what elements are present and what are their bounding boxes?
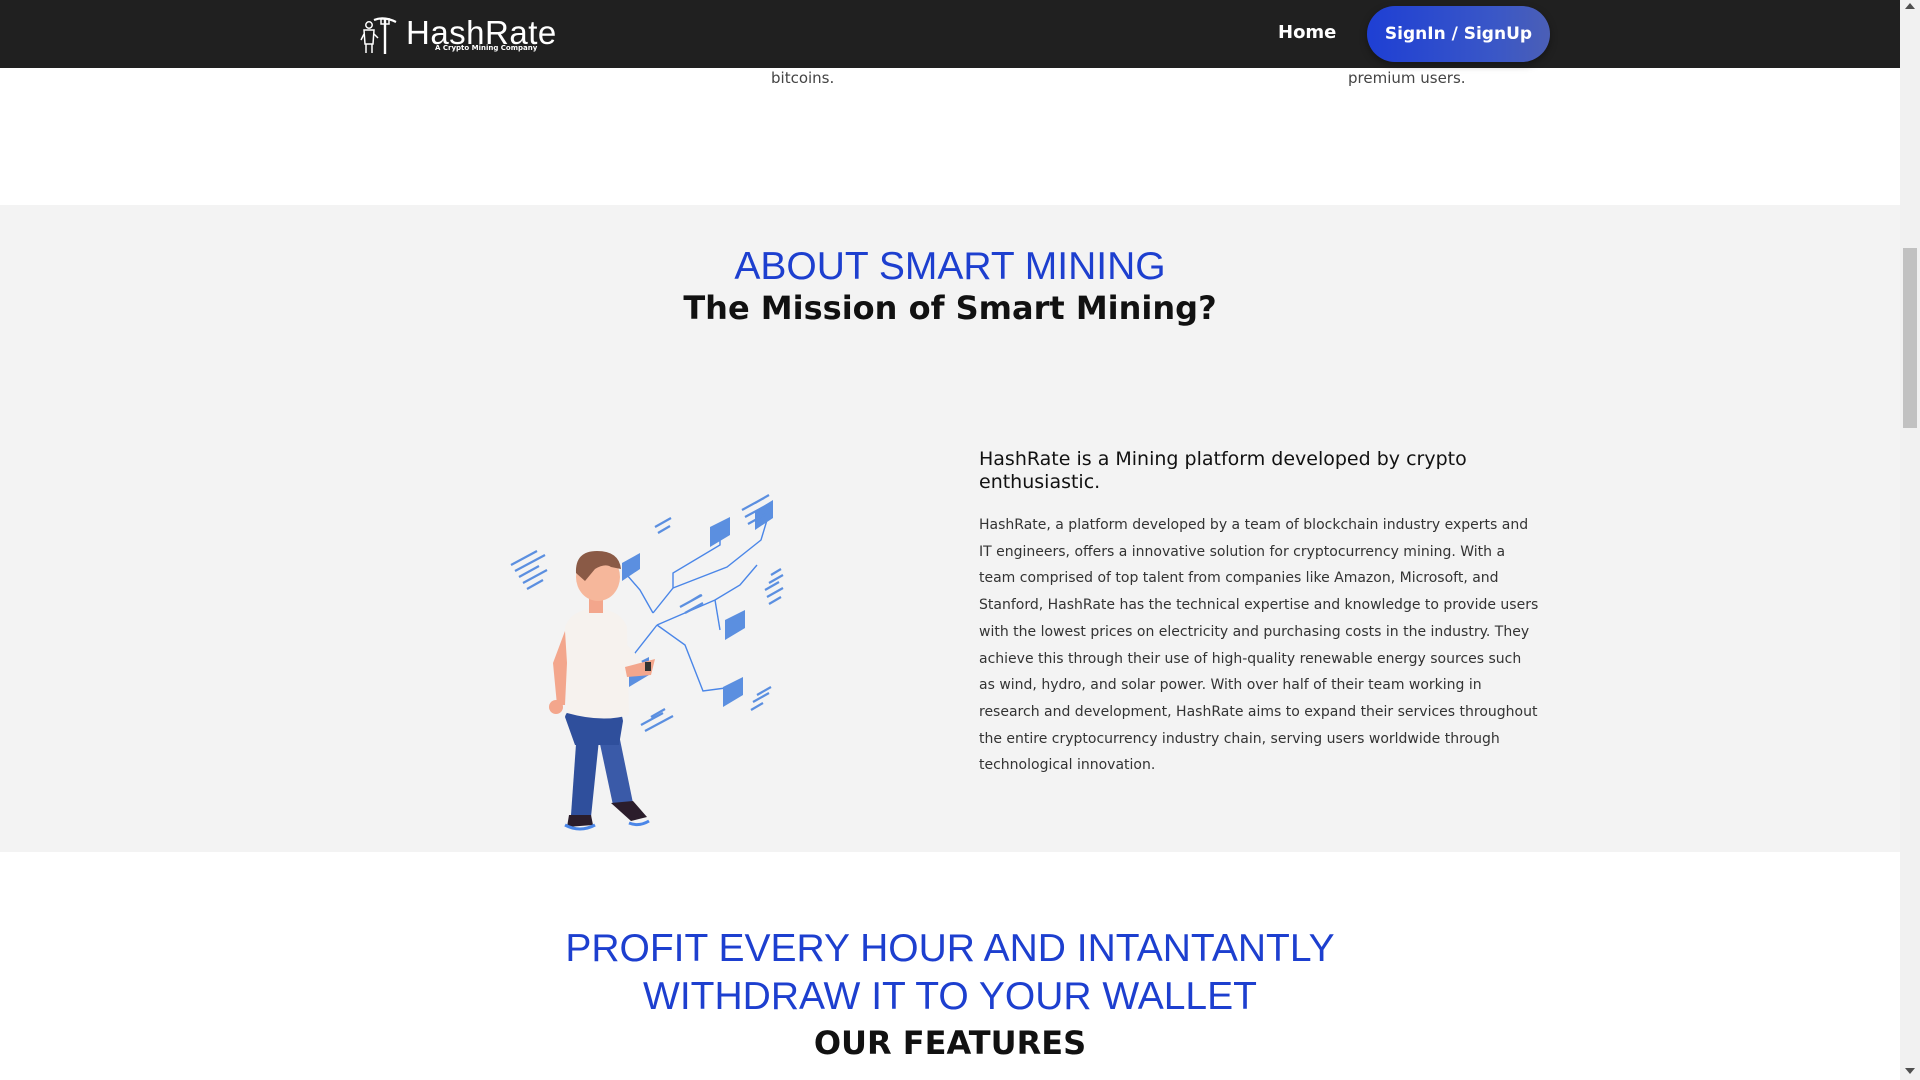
about-lead-text: HashRate is a Mining platform developed …	[979, 448, 1467, 493]
scroll-down-arrow-icon[interactable]	[1905, 1068, 1915, 1074]
nav-home-link[interactable]: Home	[1278, 22, 1336, 43]
signin-signup-button[interactable]: SignIn / SignUp	[1367, 6, 1550, 62]
page-scrollbar[interactable]	[1900, 0, 1920, 1080]
profit-title-line-2: WITHDRAW IT TO YOUR WALLET	[643, 975, 1257, 1018]
previous-feature-text-right: premium users.	[1348, 69, 1466, 87]
profit-title-line-1: PROFIT EVERY HOUR AND INTANTANTLY	[565, 927, 1335, 970]
man-network-illustration	[510, 494, 784, 831]
profit-title: PROFIT EVERY HOUR AND INTANTANTLY WITHDR…	[0, 925, 1900, 1021]
previous-feature-text-left: bitcoins.	[771, 69, 835, 87]
top-navbar: HashRate A Crypto Mining Company Home Si…	[0, 0, 1900, 68]
scrollbar-thumb[interactable]	[1903, 248, 1917, 428]
about-section: ABOUT SMART MINING The Mission of Smart …	[0, 205, 1900, 852]
scroll-up-arrow-icon[interactable]	[1905, 3, 1915, 9]
about-title: ABOUT SMART MINING	[734, 245, 1166, 288]
features-title: OUR FEATURES	[813, 1024, 1087, 1062]
about-body-text: HashRate, a platform developed by a team…	[979, 517, 1539, 774]
brand-tagline: A Crypto Mining Company	[435, 44, 538, 52]
pickaxe-logo-icon	[360, 17, 397, 54]
about-subtitle: The Mission of Smart Mining?	[683, 289, 1217, 327]
